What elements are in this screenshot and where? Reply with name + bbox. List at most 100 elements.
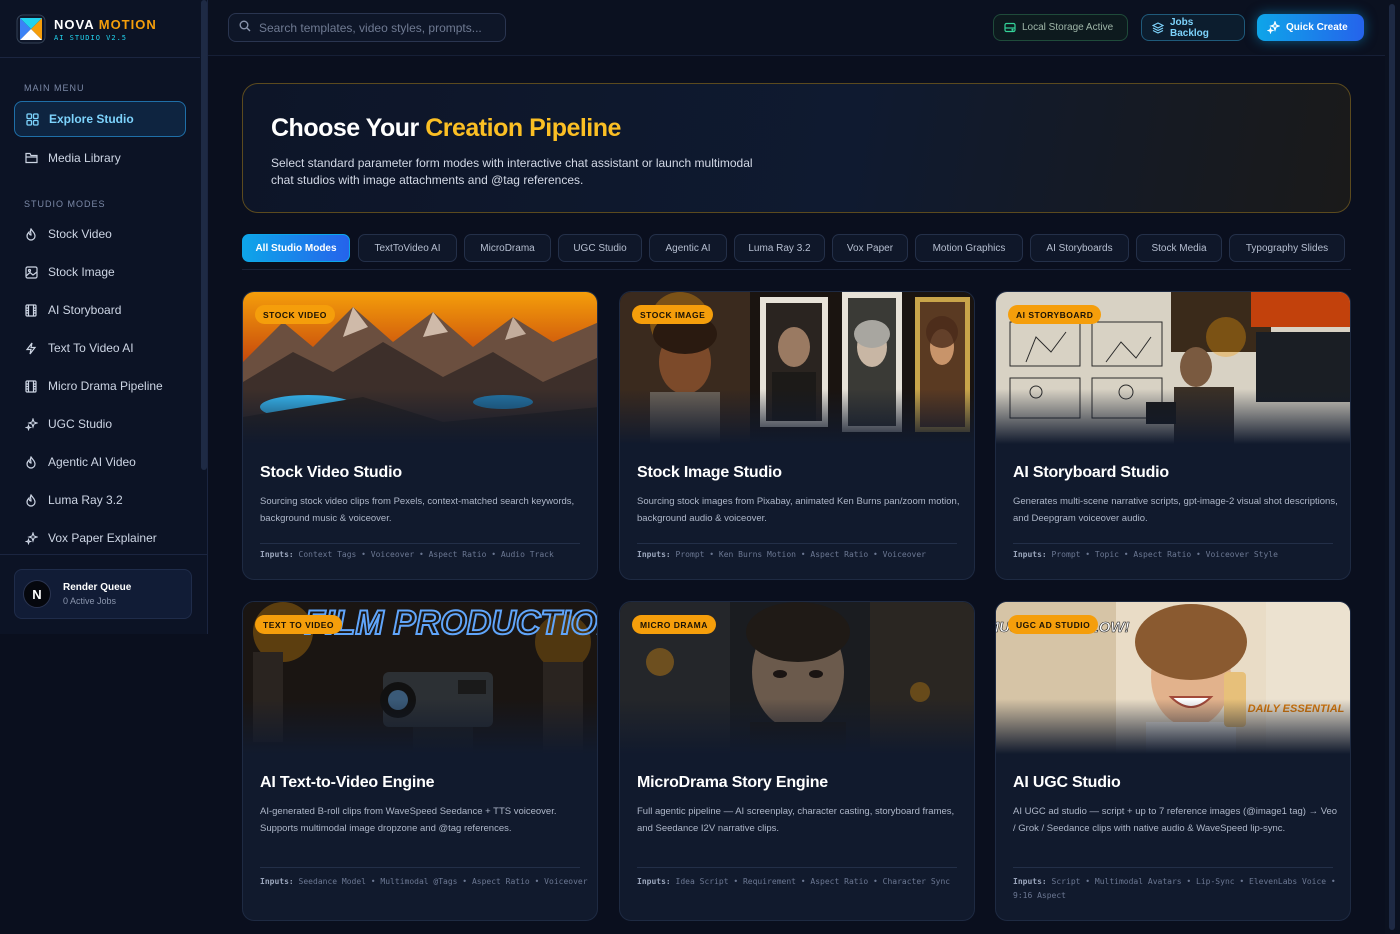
filter-chip-storyboards[interactable]: AI Storyboards [1030,234,1129,262]
sidebar-item-label: Stock Image [48,265,115,279]
sidebar-item-micro-drama[interactable]: Micro Drama Pipeline [14,369,186,403]
inputs-label: Inputs: [260,877,294,886]
card-inputs: Inputs: Prompt • Ken Burns Motion • Aspe… [637,548,967,562]
studio-card-text-to-video[interactable]: FILM PRODUCTION TEXT TO VIDEO AI Text-to… [242,601,598,921]
sidebar-divider [0,57,200,58]
card-title: AI Storyboard Studio [1013,464,1170,481]
render-queue-title: Render Queue [63,582,132,593]
card-description: AI UGC ad studio — script + up to 7 refe… [1013,806,1338,834]
card-divider [260,543,580,544]
daily-essential-word-art: DAILY ESSENTIAL [1248,703,1345,715]
filter-chip-luma[interactable]: Luma Ray 3.2 [734,234,825,262]
sidebar-item-agentic-ai-video[interactable]: Agentic AI Video [14,445,186,479]
brand-name-a: NOVA [54,16,99,32]
studio-card-micro-drama[interactable]: MICRO DRAMA MicroDrama Story Engine Full… [619,601,975,921]
studio-card-stock-image[interactable]: STOCK IMAGE Stock Image Studio Sourcing … [619,291,975,580]
filter-chip-microdrama[interactable]: MicroDrama [464,234,551,262]
sparkle-icon [24,531,38,545]
sidebar-item-label: Micro Drama Pipeline [48,379,163,393]
inputs-label: Inputs: [1013,877,1047,886]
filter-chip-agentic[interactable]: Agentic AI [649,234,727,262]
sidebar-item-label: AI Storyboard [48,303,122,317]
card-divider [637,867,957,868]
sidebar-item-ai-storyboard[interactable]: AI Storyboard [14,293,186,327]
card-description: Generates multi-scene narrative scripts,… [1013,496,1338,524]
filter-chips: All Studio Modes TextToVideo AI MicroDra… [242,234,1351,270]
bolt-icon [24,341,38,355]
filter-chip-stock-media[interactable]: Stock Media [1136,234,1222,262]
category-badge: MICRO DRAMA [632,615,716,634]
studio-modes-heading: STUDIO MODES [24,199,106,209]
sidebar-item-label: Explore Studio [49,112,134,126]
card-description: Sourcing stock video clips from Pexels, … [260,496,575,524]
sidebar-item-label: Media Library [48,151,121,165]
sidebar-item-label: Stock Video [48,227,112,241]
inputs-value: Idea Script • Requirement • Aspect Ratio… [675,877,951,886]
search-box[interactable] [228,13,506,42]
filters-divider [242,269,1351,270]
hero-title-highlight: Creation Pipeline [425,114,621,142]
filter-chip-ugc[interactable]: UGC Studio [558,234,642,262]
top-bar: Local Storage Active Jobs Backlog Quick … [208,0,1400,56]
flame-icon [24,493,38,507]
inputs-label: Inputs: [1013,550,1047,559]
card-inputs: Inputs: Script • Multimodal Avatars • Li… [1013,875,1343,903]
search-input[interactable] [259,20,489,35]
nova-logo-icon [16,14,46,44]
inputs-label: Inputs: [637,550,671,559]
card-description: AI-generated B-roll clips from WaveSpeed… [260,806,557,834]
filter-chip-all[interactable]: All Studio Modes [242,234,350,262]
studio-card-stock-video[interactable]: STOCK VIDEO Stock Video Studio Sourcing … [242,291,598,580]
inputs-value: Context Tags • Voiceover • Aspect Ratio … [298,550,554,559]
render-queue[interactable]: N Render Queue 0 Active Jobs [14,569,192,619]
sidebar-item-text-to-video[interactable]: Text To Video AI [14,331,186,365]
category-badge: UGC AD STUDIO [1008,615,1099,634]
create-label: Quick Create [1286,22,1348,33]
sidebar-item-stock-video[interactable]: Stock Video [14,217,186,251]
studio-card-ugc[interactable]: MUST HAVE GLOW! DAILY ESSENTIAL UGC AD S… [995,601,1351,921]
sidebar-item-label: Agentic AI Video [48,455,136,469]
card-description: Full agentic pipeline — AI screenplay, c… [637,806,955,834]
card-title: AI Text-to-Video Engine [260,774,435,791]
sidebar-scrollbar[interactable] [201,0,207,470]
inputs-value: Seedance Model • Multimodal @Tags • Aspe… [298,877,588,886]
storage-label: Local Storage Active [1022,22,1114,33]
sidebar-item-vox-paper[interactable]: Vox Paper Explainer [14,521,186,555]
sidebar-item-label: Luma Ray 3.2 [48,493,123,507]
sidebar-item-label: Text To Video AI [48,341,134,355]
sidebar-item-ugc-studio[interactable]: UGC Studio [14,407,186,441]
sidebar-item-label: Vox Paper Explainer [48,531,157,545]
sidebar-item-explore-studio[interactable]: Explore Studio [14,101,186,137]
brand-name: NOVA MOTION [54,17,157,32]
folder-icon [24,151,38,165]
hero-banner: Choose Your Creation Pipeline Select sta… [242,83,1351,213]
card-divider [1013,543,1333,544]
sidebar-item-luma-ray[interactable]: Luma Ray 3.2 [14,483,186,517]
local-storage-button[interactable]: Local Storage Active [993,14,1128,41]
avatar: N [23,580,51,608]
inputs-value: Script • Multimodal Avatars • Lip-Sync •… [1013,877,1336,900]
hero-title-a: Choose Your [271,114,426,142]
film-word-art: FILM PRODUCTION [304,604,598,642]
sidebar-item-media-library[interactable]: Media Library [14,141,186,175]
sidebar-item-stock-image[interactable]: Stock Image [14,255,186,289]
card-inputs: Inputs: Idea Script • Requirement • Aspe… [637,875,967,889]
main-menu-heading: MAIN MENU [24,83,85,93]
jobs-backlog-button[interactable]: Jobs Backlog [1141,14,1245,41]
card-divider [637,543,957,544]
page-scrollbar[interactable] [1385,0,1400,934]
filter-chip-motion-graphics[interactable]: Motion Graphics [915,234,1023,262]
studio-card-ai-storyboard[interactable]: AI STORYBOARD AI Storyboard Studio Gener… [995,291,1351,580]
filter-chip-texttovideo[interactable]: TextToVideo AI [358,234,457,262]
flame-icon [24,455,38,469]
flame-icon [24,227,38,241]
inputs-label: Inputs: [260,550,294,559]
page-title: Choose Your Creation Pipeline [271,114,1322,143]
quick-create-button[interactable]: Quick Create [1257,14,1364,41]
inputs-value: Prompt • Ken Burns Motion • Aspect Ratio… [675,550,926,559]
search-icon [239,19,251,37]
brand[interactable]: NOVA MOTION AI STUDIO V2.5 [16,14,157,44]
filter-chip-vox[interactable]: Vox Paper [832,234,908,262]
filter-chip-typography[interactable]: Typography Slides [1229,234,1345,262]
card-description: Sourcing stock images from Pixabay, anim… [637,496,960,524]
